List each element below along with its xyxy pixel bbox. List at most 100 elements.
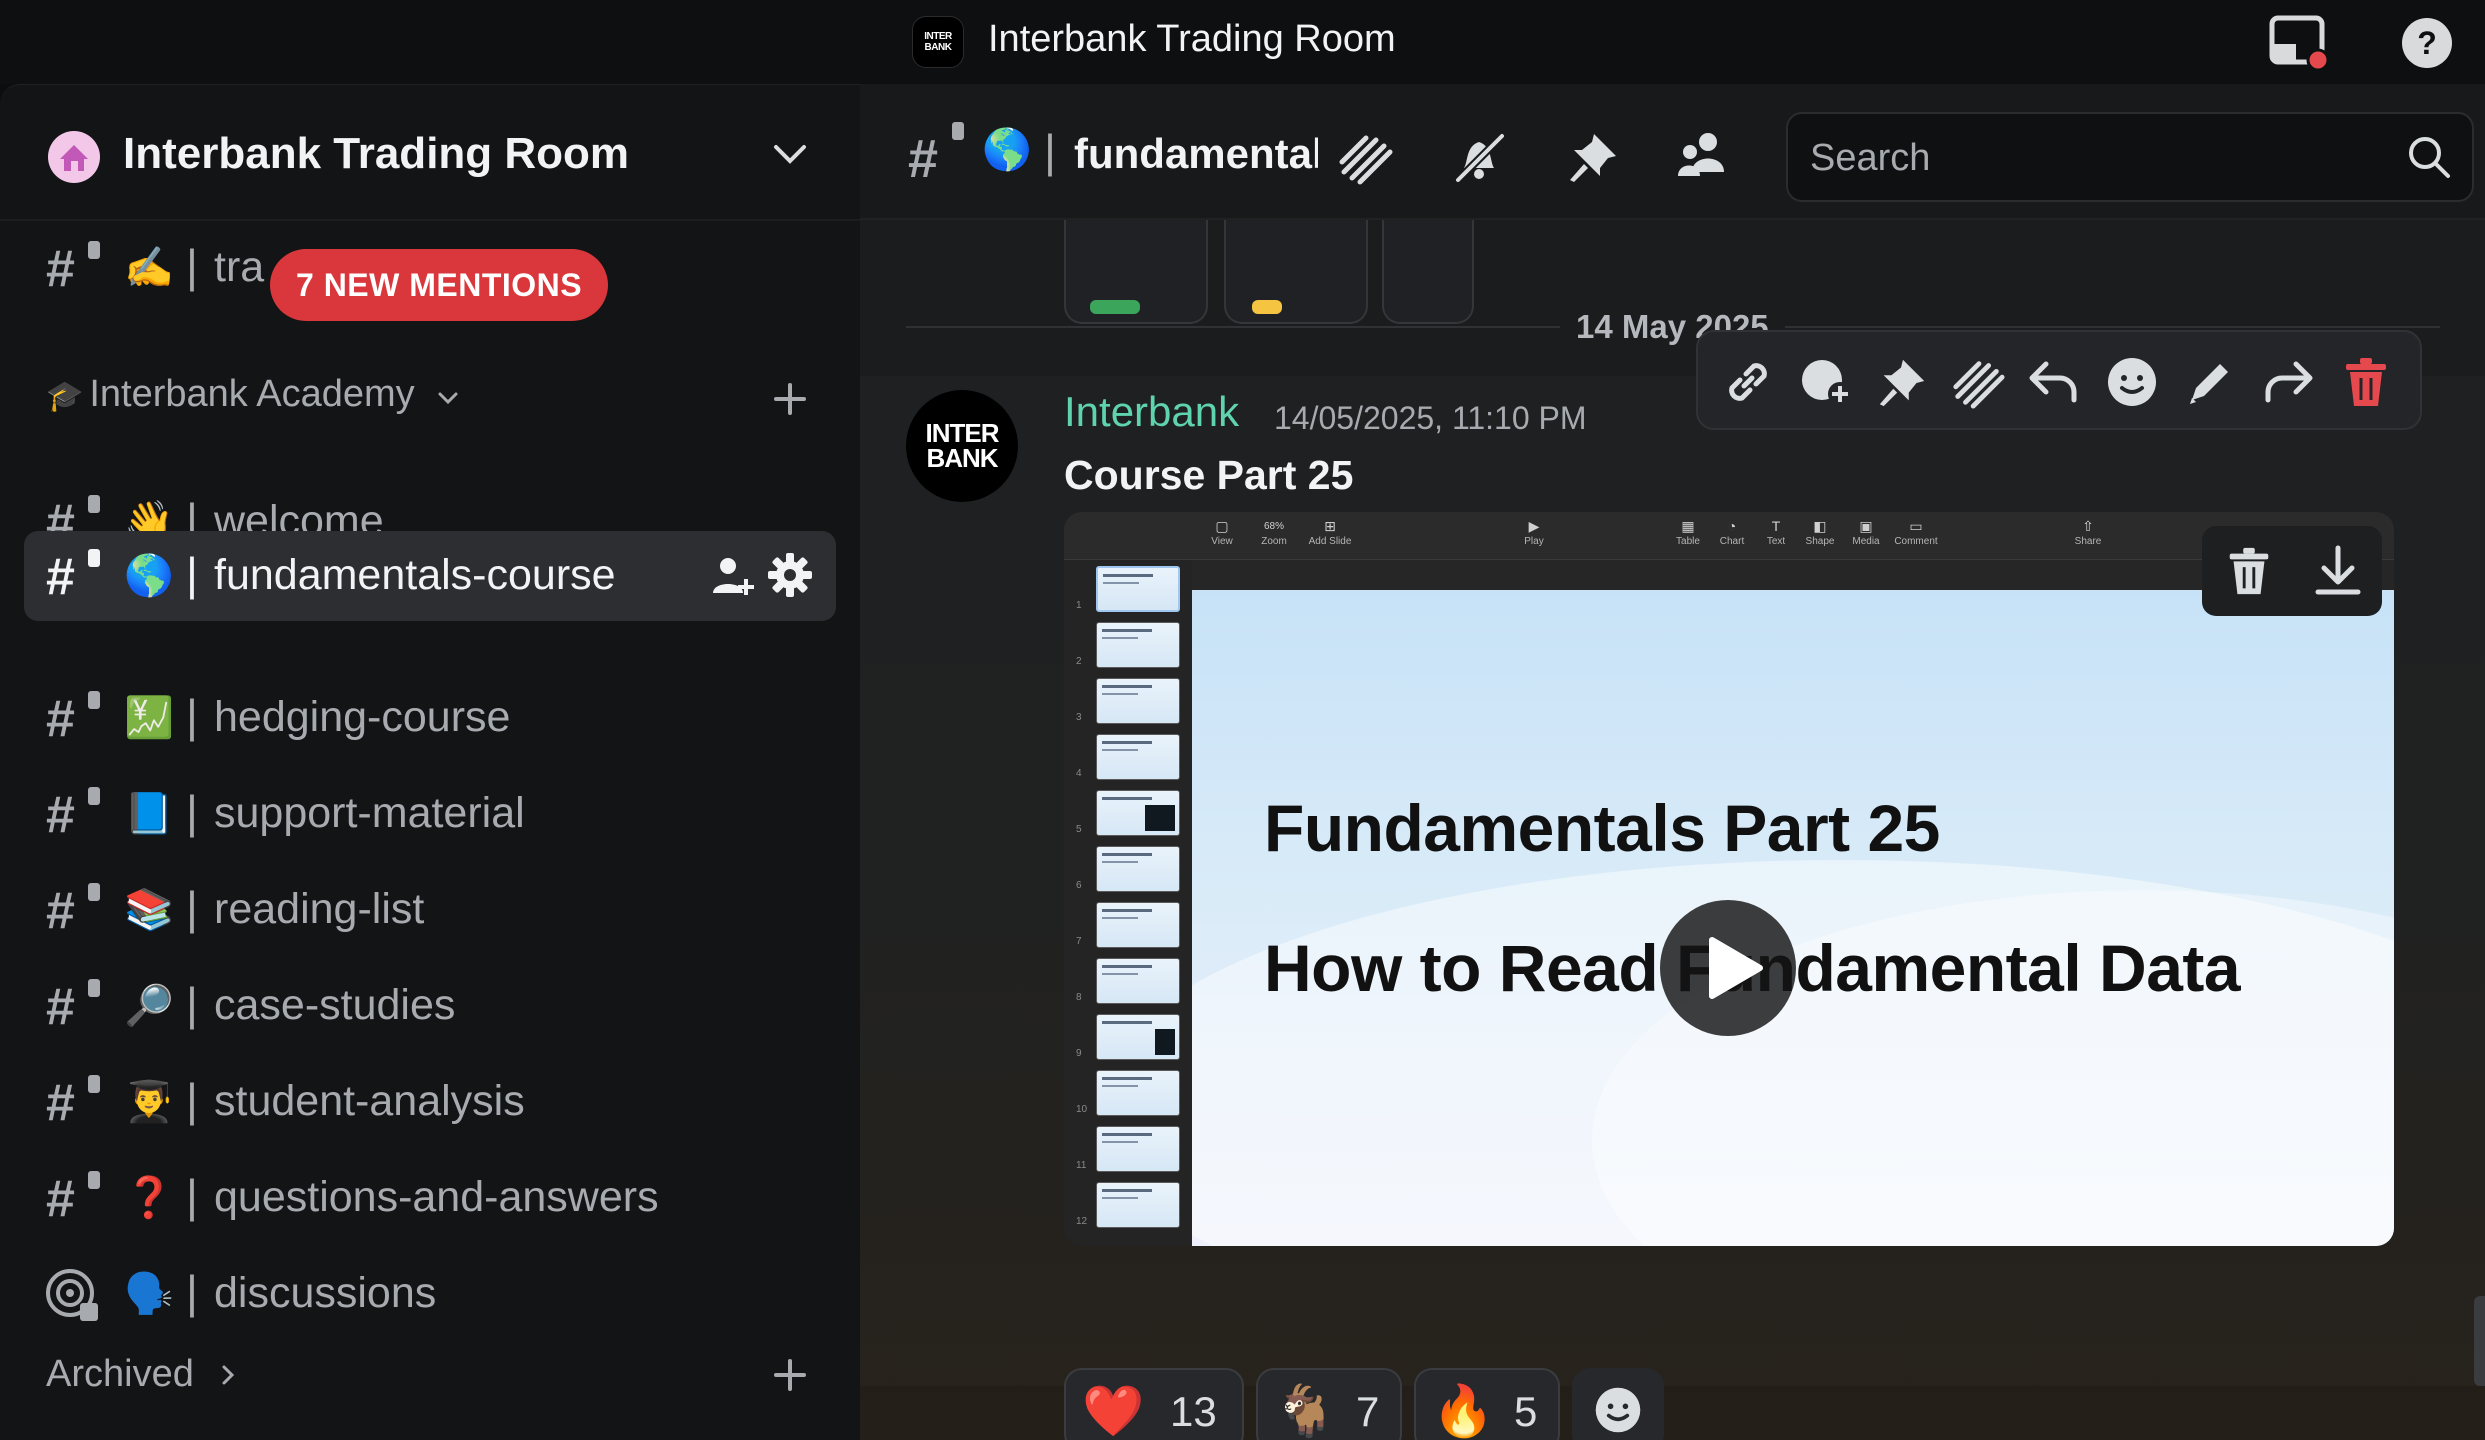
category-archived[interactable]: Archived (46, 1353, 236, 1396)
pin-icon[interactable] (1564, 128, 1622, 186)
delete-trash-icon[interactable] (2338, 354, 2394, 410)
search-icon[interactable] (2406, 134, 2452, 180)
pin-message-icon[interactable] (1874, 354, 1930, 410)
logo-line-1: INTER (924, 31, 952, 42)
reaction-fire[interactable]: 🔥 5 (1414, 1368, 1560, 1440)
category-name: Interbank Academy (89, 373, 415, 415)
member-list-icon[interactable] (1676, 128, 1734, 186)
emoji-icon[interactable] (2104, 354, 2160, 410)
reaction-partial[interactable] (1224, 220, 1368, 324)
toolbar-play: ▶ Play (1524, 518, 1544, 547)
text-channel-icon: # (46, 548, 75, 606)
chevron-down-icon[interactable] (770, 139, 810, 169)
add-channel-button[interactable] (770, 379, 810, 419)
delete-attachment-icon[interactable] (2222, 544, 2276, 598)
channel-emoji: ❓ (124, 1176, 174, 1220)
threads-icon[interactable] (1336, 128, 1394, 186)
add-reaction-partial[interactable] (1382, 220, 1474, 324)
sidebar-channel-student-analysis[interactable]: # 👨‍🎓 | student-analysis (24, 1057, 836, 1147)
channel-name: hedging-course (214, 693, 511, 741)
help-icon[interactable]: ? (2400, 16, 2454, 70)
lock-badge-icon (952, 122, 964, 140)
message-author[interactable]: Interbank (1064, 388, 1239, 436)
server-name: Interbank Trading Room (123, 129, 630, 178)
channel-emoji: 🗣️ (124, 1272, 174, 1316)
channel-name: tra (214, 243, 265, 291)
server-logo-small: INTER BANK (912, 16, 964, 68)
channel-emoji: ✍️ (124, 246, 174, 290)
reaction-count: 5 (1514, 1388, 1538, 1435)
channel-emoji: 💹 (124, 696, 174, 740)
channel-title: fundamentals-course (1074, 130, 1318, 177)
play-button[interactable] (1660, 900, 1796, 1036)
channel-separator: | (186, 882, 198, 934)
video-attachment[interactable]: ▢ View 68% Zoom ⊞ Add Slide ▶ Play ▦ Table ◔ C… (1064, 512, 2394, 1246)
edit-pencil-icon[interactable] (2182, 354, 2238, 410)
scrollbar-thumb[interactable] (2474, 1296, 2485, 1386)
sidebar-channel-case-studies[interactable]: # 🔎 | case-studies (24, 961, 836, 1051)
text-channel-icon: # (46, 978, 75, 1036)
invite-member-icon[interactable] (710, 553, 756, 599)
inbox-icon[interactable] (2268, 14, 2332, 72)
forum-channel-icon (44, 1267, 102, 1325)
message-timestamp: 14/05/2025, 11:10 PM (1274, 400, 1587, 436)
gear-icon[interactable] (766, 551, 814, 599)
channel-header: # 🌎 | fundamentals-course (860, 84, 2485, 220)
add-channel-button[interactable] (770, 1355, 810, 1395)
lock-badge-icon (88, 787, 100, 805)
mute-bell-icon[interactable] (1450, 128, 1508, 186)
attachment-actions (2202, 526, 2382, 616)
lock-badge-icon (88, 1171, 100, 1189)
forward-icon[interactable] (2260, 354, 2316, 410)
reaction-goat[interactable]: 🐐 7 (1256, 1368, 1402, 1440)
sidebar-channel-reading-list[interactable]: # 📚 | reading-list (24, 865, 836, 955)
keynote-toolbar: ▢ View 68% Zoom ⊞ Add Slide ▶ Play ▦ Table ◔ C… (1064, 512, 2394, 560)
add-reaction-button[interactable] (1572, 1368, 1664, 1440)
reaction-partial[interactable] (1064, 220, 1208, 324)
text-channel-icon: # (46, 240, 75, 298)
copy-link-icon[interactable] (1720, 354, 1776, 410)
title-bar: INTER BANK Interbank Trading Room ? (0, 0, 2485, 84)
channel-name: discussions (214, 1269, 437, 1317)
toolbar-comment: ▭ Comment (1894, 518, 1938, 547)
new-mentions-badge[interactable]: 7 NEW MENTIONS (270, 249, 609, 321)
text-channel-icon: # (46, 786, 75, 844)
channel-separator: | (186, 1074, 198, 1126)
sidebar-channel-support-material[interactable]: # 📘 | support-material (24, 769, 836, 859)
channel-name: reading-list (214, 885, 425, 933)
channel-emoji: 🔎 (124, 984, 174, 1028)
lock-badge-icon (88, 1075, 100, 1093)
lock-badge-icon (88, 691, 100, 709)
category-interbank-academy[interactable]: 🎓 Interbank Academy (46, 373, 459, 416)
text-channel-icon: # (46, 1170, 75, 1228)
channel-separator: | (186, 1170, 198, 1222)
sidebar-channel-discussions[interactable]: 🗣️ | discussions (24, 1249, 836, 1339)
text-channel-icon: # (908, 129, 939, 189)
text-channel-icon: # (46, 1074, 75, 1132)
toolbar-view: ▢ View (1211, 518, 1233, 547)
search-box[interactable] (1786, 112, 2474, 202)
reaction-count: 13 (1170, 1388, 1217, 1435)
add-reaction-icon[interactable] (1798, 354, 1858, 410)
sidebar-channel-fundamentals-course[interactable]: # 🌎 | fundamentals-course (24, 531, 836, 621)
channel-separator: | (186, 690, 198, 742)
create-thread-icon[interactable] (1950, 354, 2006, 410)
reaction-heart[interactable]: ❤️ 13 (1064, 1368, 1244, 1440)
sidebar-channel-hedging-course[interactable]: # 💹 | hedging-course (24, 673, 836, 763)
sidebar-channel-questions-and-answers[interactable]: # ❓ | questions-and-answers (24, 1153, 836, 1243)
add-emoji-icon (1592, 1384, 1644, 1436)
channel-emoji: 📚 (124, 888, 174, 932)
toolbar-share: ⇧ Share (2074, 518, 2102, 547)
heart-icon: ❤️ (1082, 1383, 1145, 1439)
server-header[interactable]: Interbank Trading Room (0, 85, 860, 221)
reply-icon[interactable] (2026, 354, 2082, 410)
logo-line-2: BANK (924, 42, 952, 53)
search-input[interactable] (1810, 132, 2370, 184)
slide-navigator: 1 2 3 4 5 6 7 8 9 10 11 12 (1064, 560, 1192, 1246)
slide-title: Fundamentals Part 25 (1264, 791, 1940, 865)
avatar[interactable]: INTER BANK (906, 390, 1018, 502)
chat-area: # 🌎 | fundamentals-course (860, 84, 2485, 1440)
channel-separator: | (186, 786, 198, 838)
channel-separator: | (186, 1266, 198, 1318)
download-icon[interactable] (2310, 542, 2366, 598)
